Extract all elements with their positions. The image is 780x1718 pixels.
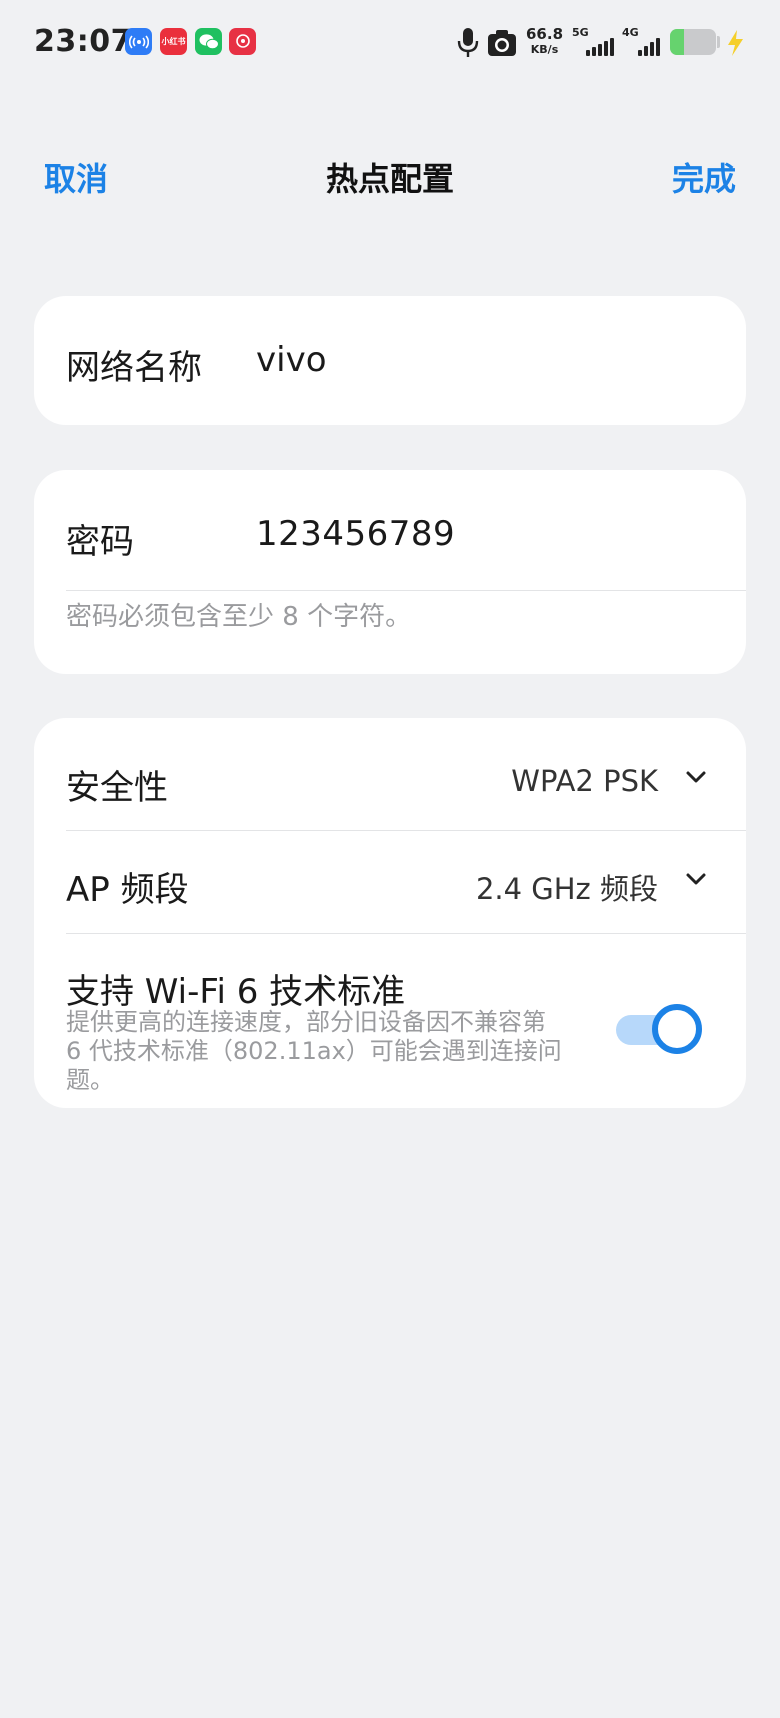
speed-unit: KB/s <box>530 43 559 56</box>
done-button[interactable]: 完成 <box>672 154 736 200</box>
page-title: 热点配置 <box>325 160 454 198</box>
hotspot-config-screen: 23:07 小红书 66.8 KB/s 5G 4G 取消 热点配置 完成 网络名… <box>0 0 780 1718</box>
hotspot-icon <box>125 28 152 55</box>
network-name-label: 网络名称 <box>66 348 202 388</box>
wechat-icon <box>195 28 222 55</box>
ap-band-label: AP 频段 <box>66 870 189 910</box>
signal-5g-icon <box>586 38 614 56</box>
network-type-4g: 4G <box>622 26 639 39</box>
xiaohongshu-icon: 小红书 <box>160 28 187 55</box>
password-card: 密码 123456789 密码必须包含至少 8 个字符。 <box>34 470 746 674</box>
security-selector[interactable]: 安全性 WPA2 PSK <box>34 718 746 820</box>
network-speed: 66.8 KB/s <box>526 26 563 58</box>
battery-cap <box>717 36 720 48</box>
chevron-down-icon <box>686 771 706 783</box>
network-name-card: 网络名称 vivo <box>34 296 746 425</box>
battery-icon <box>670 29 716 55</box>
status-bar: 23:07 小红书 66.8 KB/s 5G 4G <box>0 0 780 88</box>
taobao-icon <box>229 28 256 55</box>
password-label: 密码 <box>66 522 134 562</box>
wifi6-toggle[interactable] <box>616 1002 702 1058</box>
security-value: WPA2 PSK <box>511 764 658 798</box>
top-app-bar: 取消 热点配置 完成 <box>0 140 780 210</box>
charging-bolt-icon <box>728 30 743 56</box>
options-card: 安全性 WPA2 PSK AP 频段 2.4 GHz 频段 支持 Wi-Fi 6… <box>34 718 746 1108</box>
microphone-icon <box>457 28 479 57</box>
divider <box>66 933 746 934</box>
divider <box>66 590 746 591</box>
wifi6-description: 提供更高的连接速度，部分旧设备因不兼容第 6 代技术标准（802.11ax）可能… <box>66 1008 562 1094</box>
password-input[interactable]: 123456789 <box>256 514 455 554</box>
toggle-knob <box>652 1004 702 1054</box>
signal-4g-icon <box>638 38 660 56</box>
security-label: 安全性 <box>66 768 168 808</box>
chevron-down-icon <box>686 873 706 885</box>
speed-value: 66.8 <box>526 25 564 43</box>
password-hint: 密码必须包含至少 8 个字符。 <box>66 602 412 632</box>
ap-band-value: 2.4 GHz 频段 <box>475 872 658 906</box>
status-time: 23:07 <box>34 24 132 59</box>
wifi6-title: 支持 Wi-Fi 6 技术标准 <box>66 972 406 1012</box>
ap-band-selector[interactable]: AP 频段 2.4 GHz 频段 <box>34 820 746 922</box>
battery-fill <box>670 29 684 55</box>
camera-icon <box>488 30 516 56</box>
network-name-input[interactable]: vivo <box>256 340 327 380</box>
